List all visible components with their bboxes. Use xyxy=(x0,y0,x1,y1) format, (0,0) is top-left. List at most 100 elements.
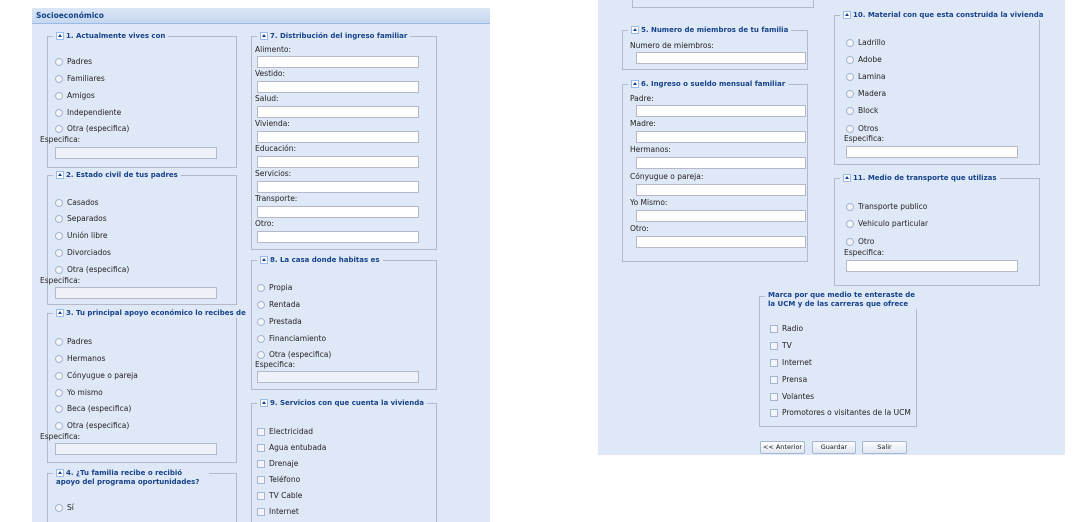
salud-input[interactable] xyxy=(257,106,419,118)
radio-icon[interactable] xyxy=(55,109,63,117)
checkbox-option[interactable]: TV Cable xyxy=(257,491,302,501)
radio-icon[interactable] xyxy=(55,125,63,133)
radio-option[interactable]: Propia xyxy=(257,283,292,293)
radio-icon[interactable] xyxy=(55,389,63,397)
radio-icon[interactable] xyxy=(257,284,265,292)
checkbox-option[interactable]: Internet xyxy=(770,358,812,368)
specify-input[interactable] xyxy=(846,146,1018,158)
radio-option[interactable]: Lamina xyxy=(846,72,886,82)
collapse-toggle-icon[interactable] xyxy=(56,32,64,40)
checkbox-option[interactable]: Promotores o visitantes de la UCM xyxy=(770,408,911,418)
radio-option[interactable]: Otro xyxy=(846,237,874,247)
radio-icon[interactable] xyxy=(55,75,63,83)
checkbox-option[interactable]: Volantes xyxy=(770,392,814,402)
radio-option[interactable]: Sí xyxy=(55,503,74,513)
radio-option[interactable]: Otra (especifica) xyxy=(55,124,129,134)
radio-icon[interactable] xyxy=(846,238,854,246)
specify-input[interactable] xyxy=(846,260,1018,272)
radio-option[interactable]: Unión libre xyxy=(55,231,108,241)
checkbox-icon[interactable] xyxy=(770,393,778,401)
checkbox-option[interactable]: Prensa xyxy=(770,375,807,385)
checkbox-icon[interactable] xyxy=(257,444,265,452)
collapse-toggle-icon[interactable] xyxy=(843,11,851,19)
radio-icon[interactable] xyxy=(257,335,265,343)
collapse-toggle-icon[interactable] xyxy=(631,26,639,34)
checkbox-icon[interactable] xyxy=(770,409,778,417)
checkbox-icon[interactable] xyxy=(770,325,778,333)
radio-icon[interactable] xyxy=(55,372,63,380)
checkbox-option[interactable]: Drenaje xyxy=(257,459,298,469)
radio-icon[interactable] xyxy=(55,422,63,430)
radio-icon[interactable] xyxy=(257,301,265,309)
collapse-toggle-icon[interactable] xyxy=(260,32,268,40)
checkbox-icon[interactable] xyxy=(257,508,265,516)
radio-option[interactable]: Financiamiento xyxy=(257,334,326,344)
radio-option[interactable]: Familiares xyxy=(55,74,105,84)
radio-icon[interactable] xyxy=(55,199,63,207)
collapse-toggle-icon[interactable] xyxy=(56,469,64,477)
save-button[interactable]: Guardar xyxy=(812,441,856,454)
radio-icon[interactable] xyxy=(55,58,63,66)
otro-ingreso-input[interactable] xyxy=(636,236,806,248)
checkbox-icon[interactable] xyxy=(770,359,778,367)
radio-option[interactable]: Madera xyxy=(846,89,886,99)
collapse-toggle-icon[interactable] xyxy=(56,309,64,317)
radio-icon[interactable] xyxy=(257,351,265,359)
otro-input[interactable] xyxy=(257,231,419,243)
checkbox-icon[interactable] xyxy=(770,342,778,350)
radio-icon[interactable] xyxy=(55,232,63,240)
checkbox-option[interactable]: Agua entubada xyxy=(257,443,326,453)
radio-option[interactable]: Padres xyxy=(55,57,92,67)
radio-icon[interactable] xyxy=(846,107,854,115)
radio-option[interactable]: Beca (especifica) xyxy=(55,404,131,414)
radio-icon[interactable] xyxy=(55,249,63,257)
radio-icon[interactable] xyxy=(846,56,854,64)
checkbox-icon[interactable] xyxy=(257,460,265,468)
yo-mismo-input[interactable] xyxy=(636,210,806,222)
radio-option[interactable]: Otra (especifica) xyxy=(257,350,331,360)
checkbox-option[interactable]: Electricidad xyxy=(257,427,313,437)
specify-input[interactable] xyxy=(55,443,217,455)
specify-input[interactable] xyxy=(55,287,217,299)
hermanos-input[interactable] xyxy=(636,157,806,169)
radio-option[interactable]: Prestada xyxy=(257,317,302,327)
servicios-input[interactable] xyxy=(257,181,419,193)
collapse-toggle-icon[interactable] xyxy=(631,80,639,88)
transporte-input[interactable] xyxy=(257,206,419,218)
exit-button[interactable]: Salir xyxy=(862,441,907,454)
radio-icon[interactable] xyxy=(55,266,63,274)
radio-option[interactable]: Padres xyxy=(55,337,92,347)
checkbox-option[interactable]: Teléfono xyxy=(257,475,300,485)
radio-icon[interactable] xyxy=(846,220,854,228)
checkbox-icon[interactable] xyxy=(770,376,778,384)
radio-option[interactable]: Amigos xyxy=(55,91,95,101)
radio-icon[interactable] xyxy=(846,90,854,98)
radio-option[interactable]: Adobe xyxy=(846,55,882,65)
radio-option[interactable]: Cónyugue o pareja xyxy=(55,371,138,381)
radio-option[interactable]: Rentada xyxy=(257,300,300,310)
collapse-toggle-icon[interactable] xyxy=(260,399,268,407)
checkbox-option[interactable]: Internet xyxy=(257,507,299,517)
specify-input[interactable] xyxy=(257,371,419,383)
radio-option[interactable]: Yo mismo xyxy=(55,388,103,398)
radio-option[interactable]: Casados xyxy=(55,198,99,208)
numero-miembros-input[interactable] xyxy=(636,52,806,64)
collapse-toggle-icon[interactable] xyxy=(260,256,268,264)
checkbox-icon[interactable] xyxy=(257,492,265,500)
radio-option[interactable]: Separados xyxy=(55,214,107,224)
padre-input[interactable] xyxy=(636,105,806,117)
checkbox-option[interactable]: Radio xyxy=(770,324,803,334)
radio-icon[interactable] xyxy=(846,73,854,81)
radio-option[interactable]: Otra (especifica) xyxy=(55,265,129,275)
radio-icon[interactable] xyxy=(257,318,265,326)
radio-option[interactable]: Ladrillo xyxy=(846,38,885,48)
collapse-toggle-icon[interactable] xyxy=(56,171,64,179)
radio-option[interactable]: Divorciados xyxy=(55,248,111,258)
radio-option[interactable]: Vehiculo particular xyxy=(846,219,928,229)
radio-option[interactable]: Independiente xyxy=(55,108,121,118)
vestido-input[interactable] xyxy=(257,81,419,93)
radio-icon[interactable] xyxy=(55,405,63,413)
radio-icon[interactable] xyxy=(55,355,63,363)
checkbox-option[interactable]: TV xyxy=(770,341,792,351)
checkbox-icon[interactable] xyxy=(257,428,265,436)
